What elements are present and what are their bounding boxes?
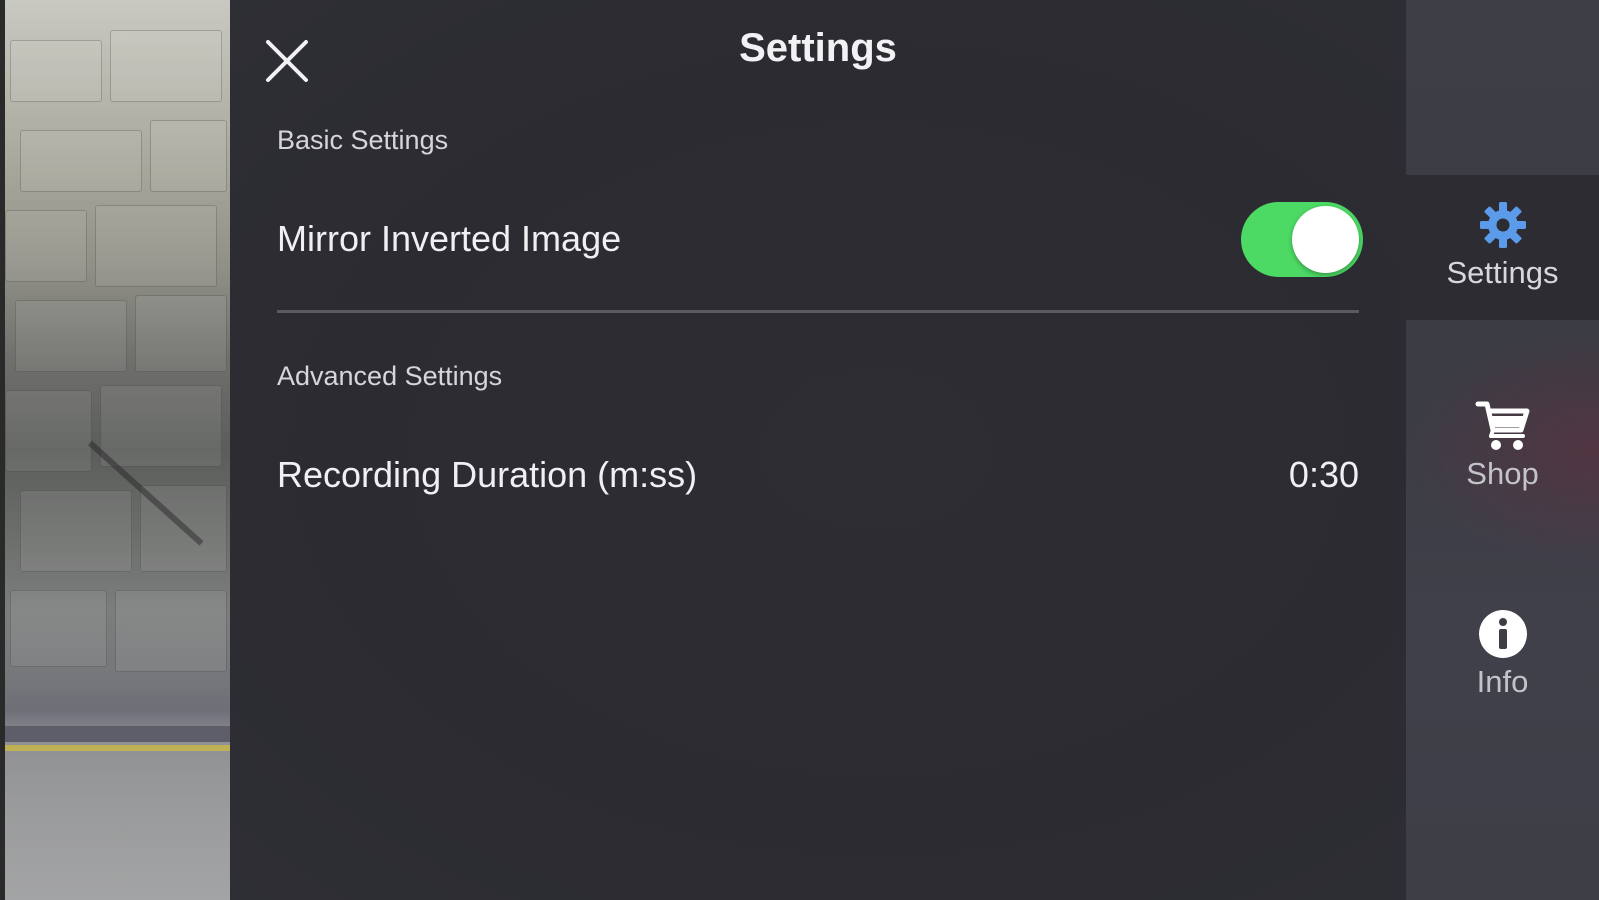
nav-label-info: Info [1476,664,1529,699]
nav-item-settings[interactable]: Settings [1406,175,1599,320]
recording-duration-label: Recording Duration (m:ss) [277,454,698,495]
recording-duration-row[interactable]: Recording Duration (m:ss) 0:30 [230,430,1406,520]
shopping-cart-icon [1475,401,1529,450]
recording-duration-value: 0:30 [1288,454,1359,495]
nav-item-shop[interactable]: Shop [1406,398,1599,508]
camera-preview [0,0,230,900]
page-title: Settings [739,26,897,70]
side-nav: Settings Shop Info [1406,0,1599,900]
mirror-inverted-image-label: Mirror Inverted Image [277,218,622,259]
divider [277,310,1359,313]
settings-panel: Settings Basic Settings Mirror Inverted … [230,0,1406,900]
nav-item-info[interactable]: Info [1406,608,1599,718]
mirror-inverted-image-toggle[interactable] [1241,202,1363,277]
toggle-knob [1292,206,1359,273]
section-header-basic: Basic Settings [277,125,449,155]
app-screen: Settings Basic Settings Mirror Inverted … [0,0,1599,900]
section-header-advanced: Advanced Settings [277,361,503,391]
nav-label-settings: Settings [1446,255,1559,290]
nav-label-shop: Shop [1466,456,1539,491]
info-icon [1478,610,1527,658]
gear-icon [1479,202,1526,248]
